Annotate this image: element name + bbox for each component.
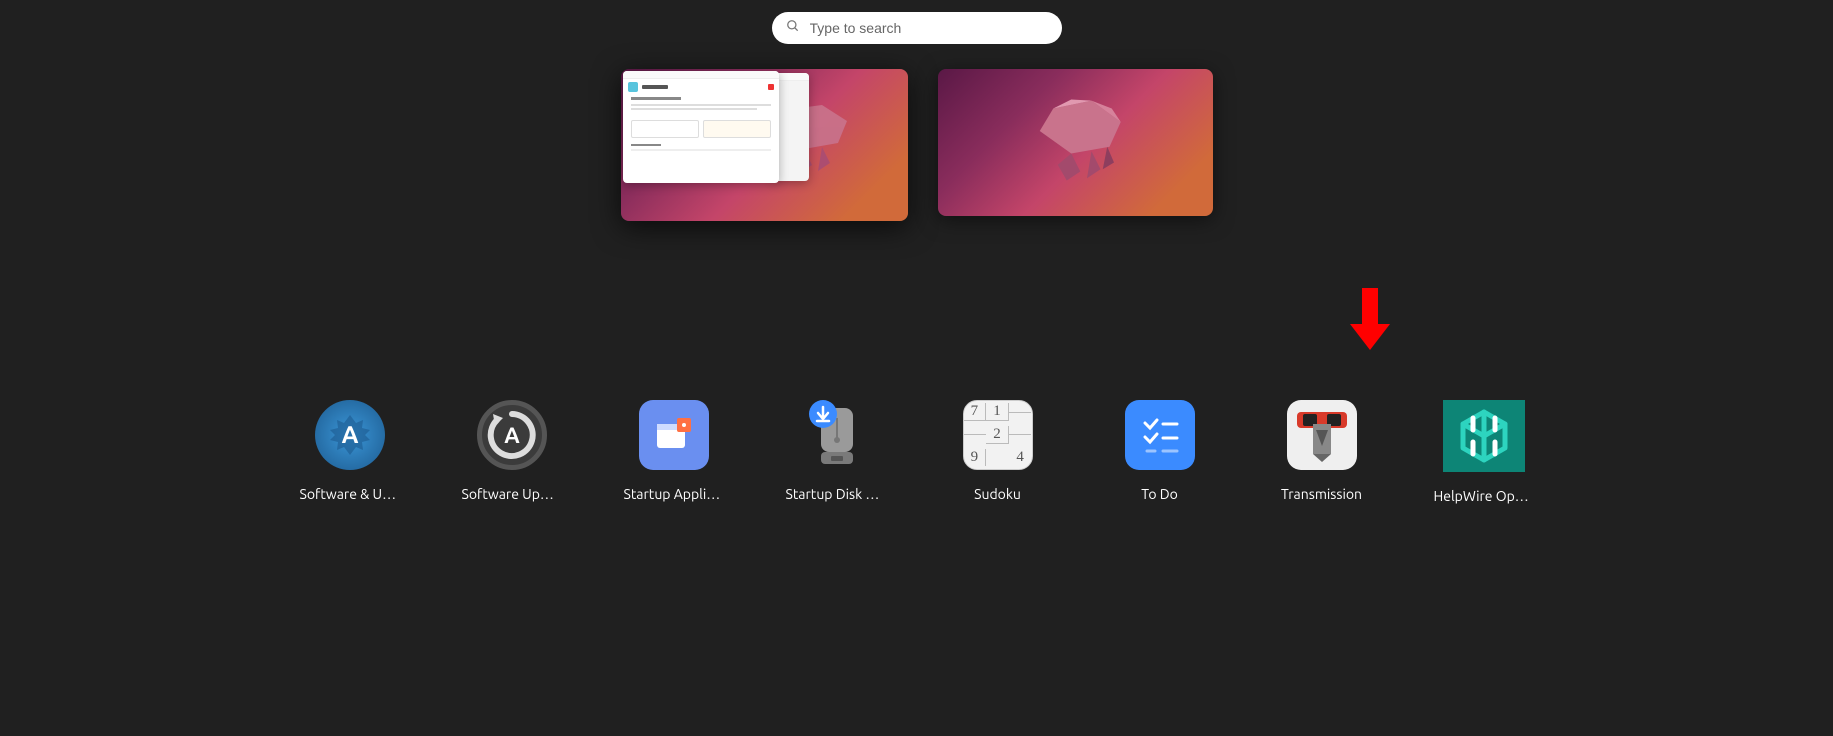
app-label: Sudoku <box>974 486 1021 502</box>
startup-disk-icon <box>801 400 871 470</box>
app-software-updates[interactable]: A Software & Up… <box>299 400 401 504</box>
sudoku-icon: 7 1 2 9 4 <box>963 400 1033 470</box>
search-bar[interactable] <box>772 12 1062 44</box>
app-transmission[interactable]: Transmission <box>1271 400 1373 504</box>
app-grid: A Software & Up… A Software Upda… Startu… <box>0 400 1833 504</box>
workspace-switcher <box>621 69 1213 221</box>
app-todo[interactable]: To Do <box>1109 400 1211 504</box>
svg-text:A: A <box>341 421 358 448</box>
app-label: HelpWire Oper… <box>1434 488 1534 504</box>
app-label: Startup Applic… <box>624 486 724 502</box>
window-thumbnail-front[interactable] <box>623 71 779 183</box>
app-label: Startup Disk Cr… <box>786 486 886 502</box>
search-input[interactable] <box>810 20 1048 36</box>
annotation-arrow-icon <box>1350 288 1390 350</box>
app-label: Software & Up… <box>300 486 400 502</box>
app-label: To Do <box>1141 486 1178 502</box>
software-updates-icon: A <box>315 400 385 470</box>
app-label: Transmission <box>1281 486 1362 502</box>
app-startup-disk-creator[interactable]: Startup Disk Cr… <box>785 400 887 504</box>
transmission-icon <box>1287 400 1357 470</box>
app-sudoku[interactable]: 7 1 2 9 4 Sudoku <box>947 400 1049 504</box>
app-logo-icon <box>628 82 638 92</box>
app-software-updater[interactable]: A Software Upda… <box>461 400 563 504</box>
app-helpwire-operator[interactable]: HelpWire Oper… <box>1433 400 1535 504</box>
startup-apps-icon <box>639 400 709 470</box>
workspace-2[interactable] <box>938 69 1213 216</box>
close-icon <box>768 84 774 90</box>
helpwire-icon <box>1443 400 1525 472</box>
app-startup-applications[interactable]: Startup Applic… <box>623 400 725 504</box>
wallpaper-jellyfish-icon <box>1003 95 1153 185</box>
search-icon <box>786 19 800 37</box>
software-updater-icon: A <box>477 400 547 470</box>
app-label: Software Upda… <box>462 486 562 502</box>
todo-icon <box>1125 400 1195 470</box>
workspace-1[interactable] <box>621 69 908 221</box>
svg-text:A: A <box>504 423 520 448</box>
